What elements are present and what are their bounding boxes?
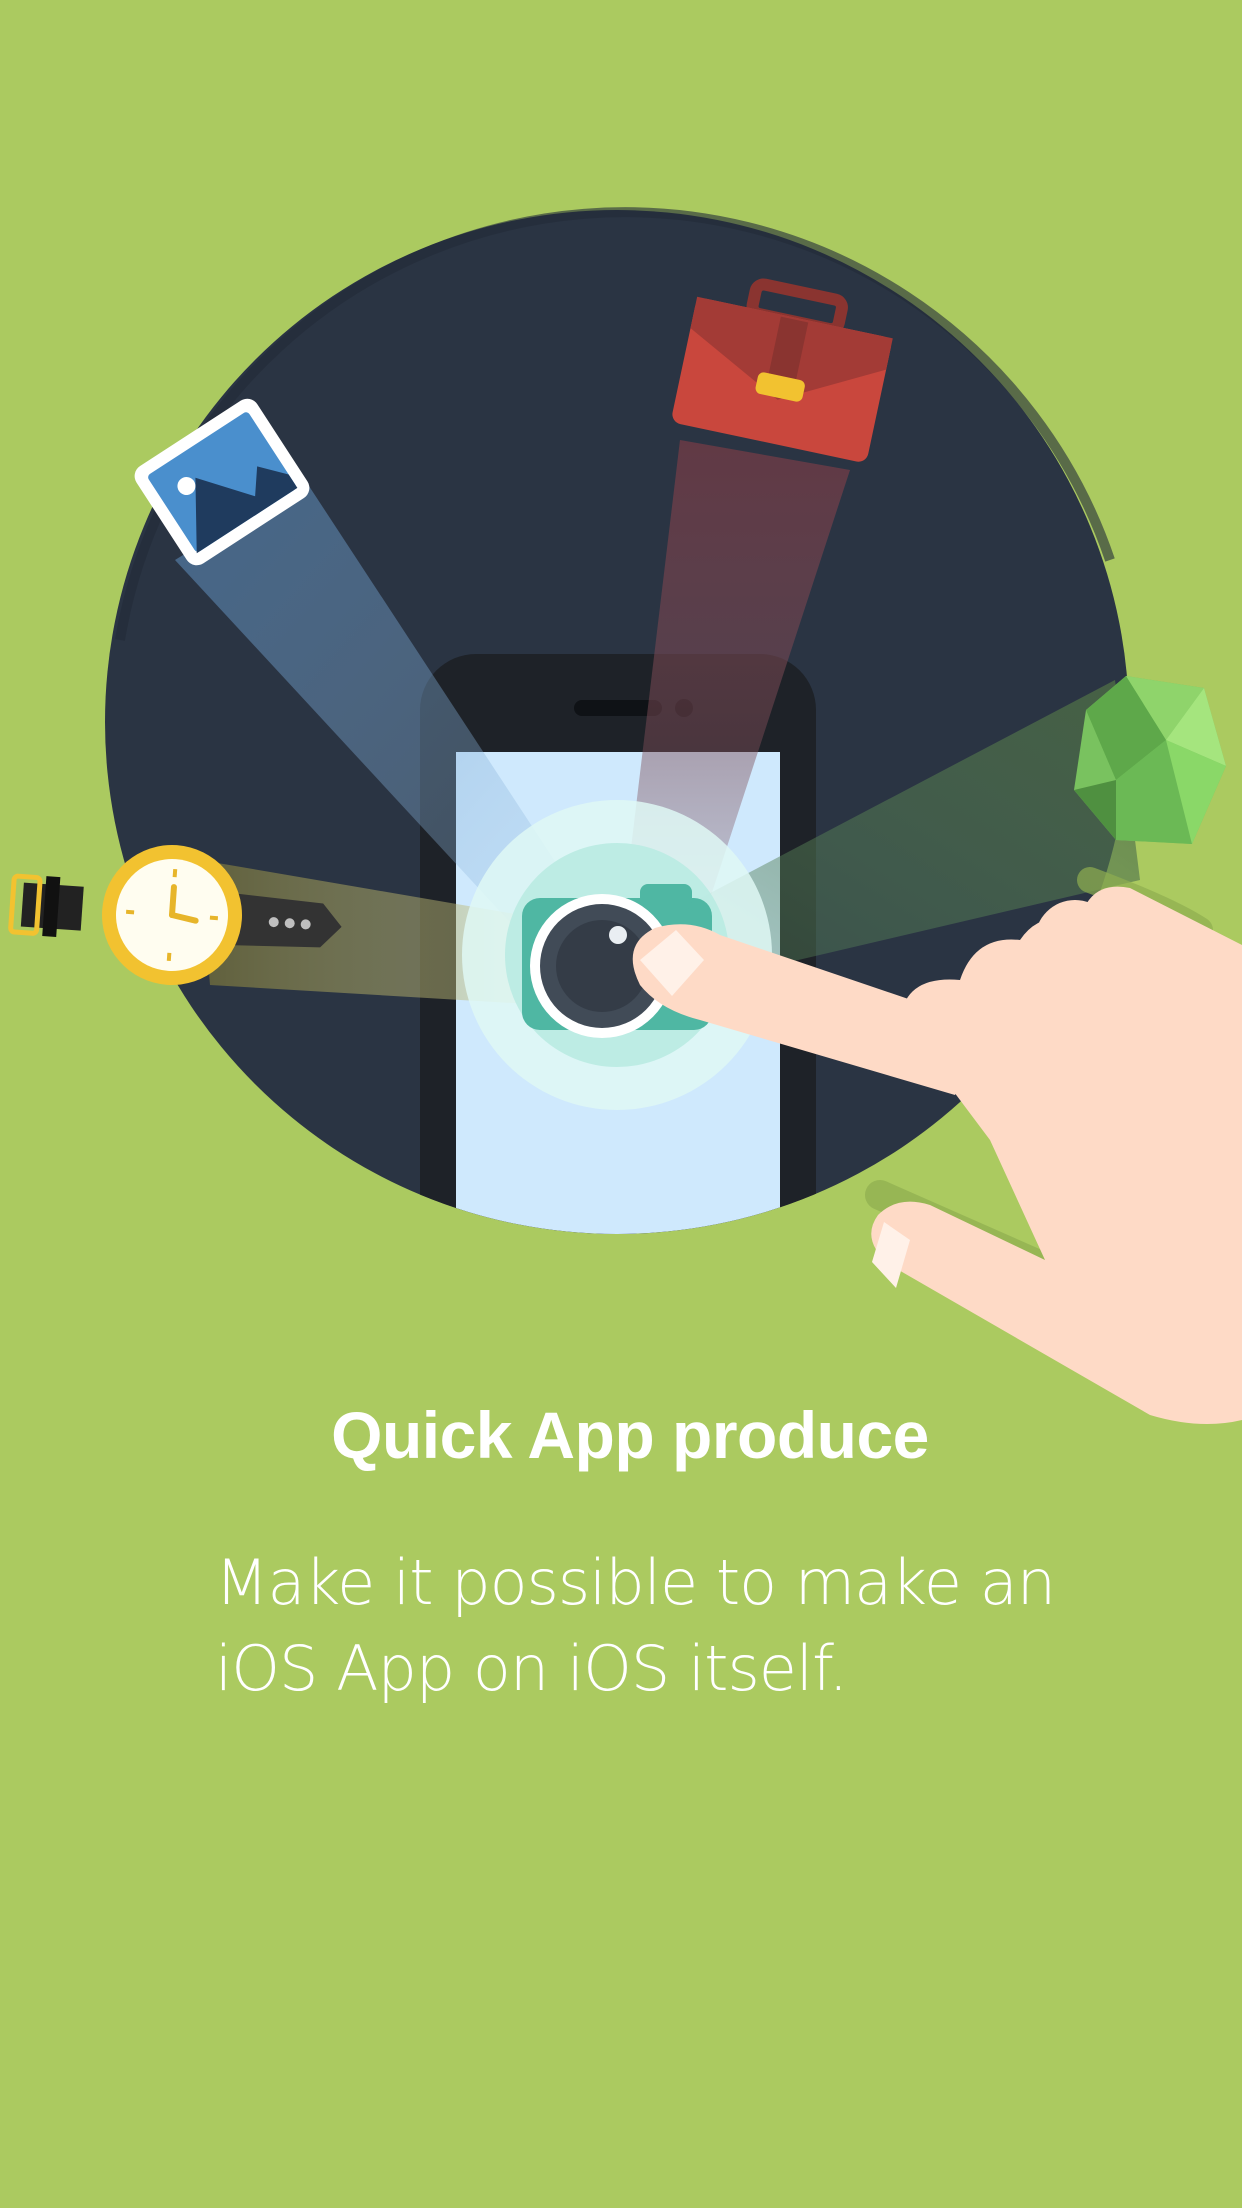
hero-illustration (8, 207, 1242, 1424)
onboarding-description: Make it possible to make an iOS App on i… (215, 1540, 1095, 1712)
onboarding-title: Quick App produce (331, 1398, 929, 1472)
description-line-1: Make it possible to make an (215, 1546, 1056, 1619)
description-line-2: iOS App on iOS itself. (215, 1632, 848, 1705)
onboarding-screen: Quick App produce Make it possible to ma… (0, 0, 1242, 2208)
